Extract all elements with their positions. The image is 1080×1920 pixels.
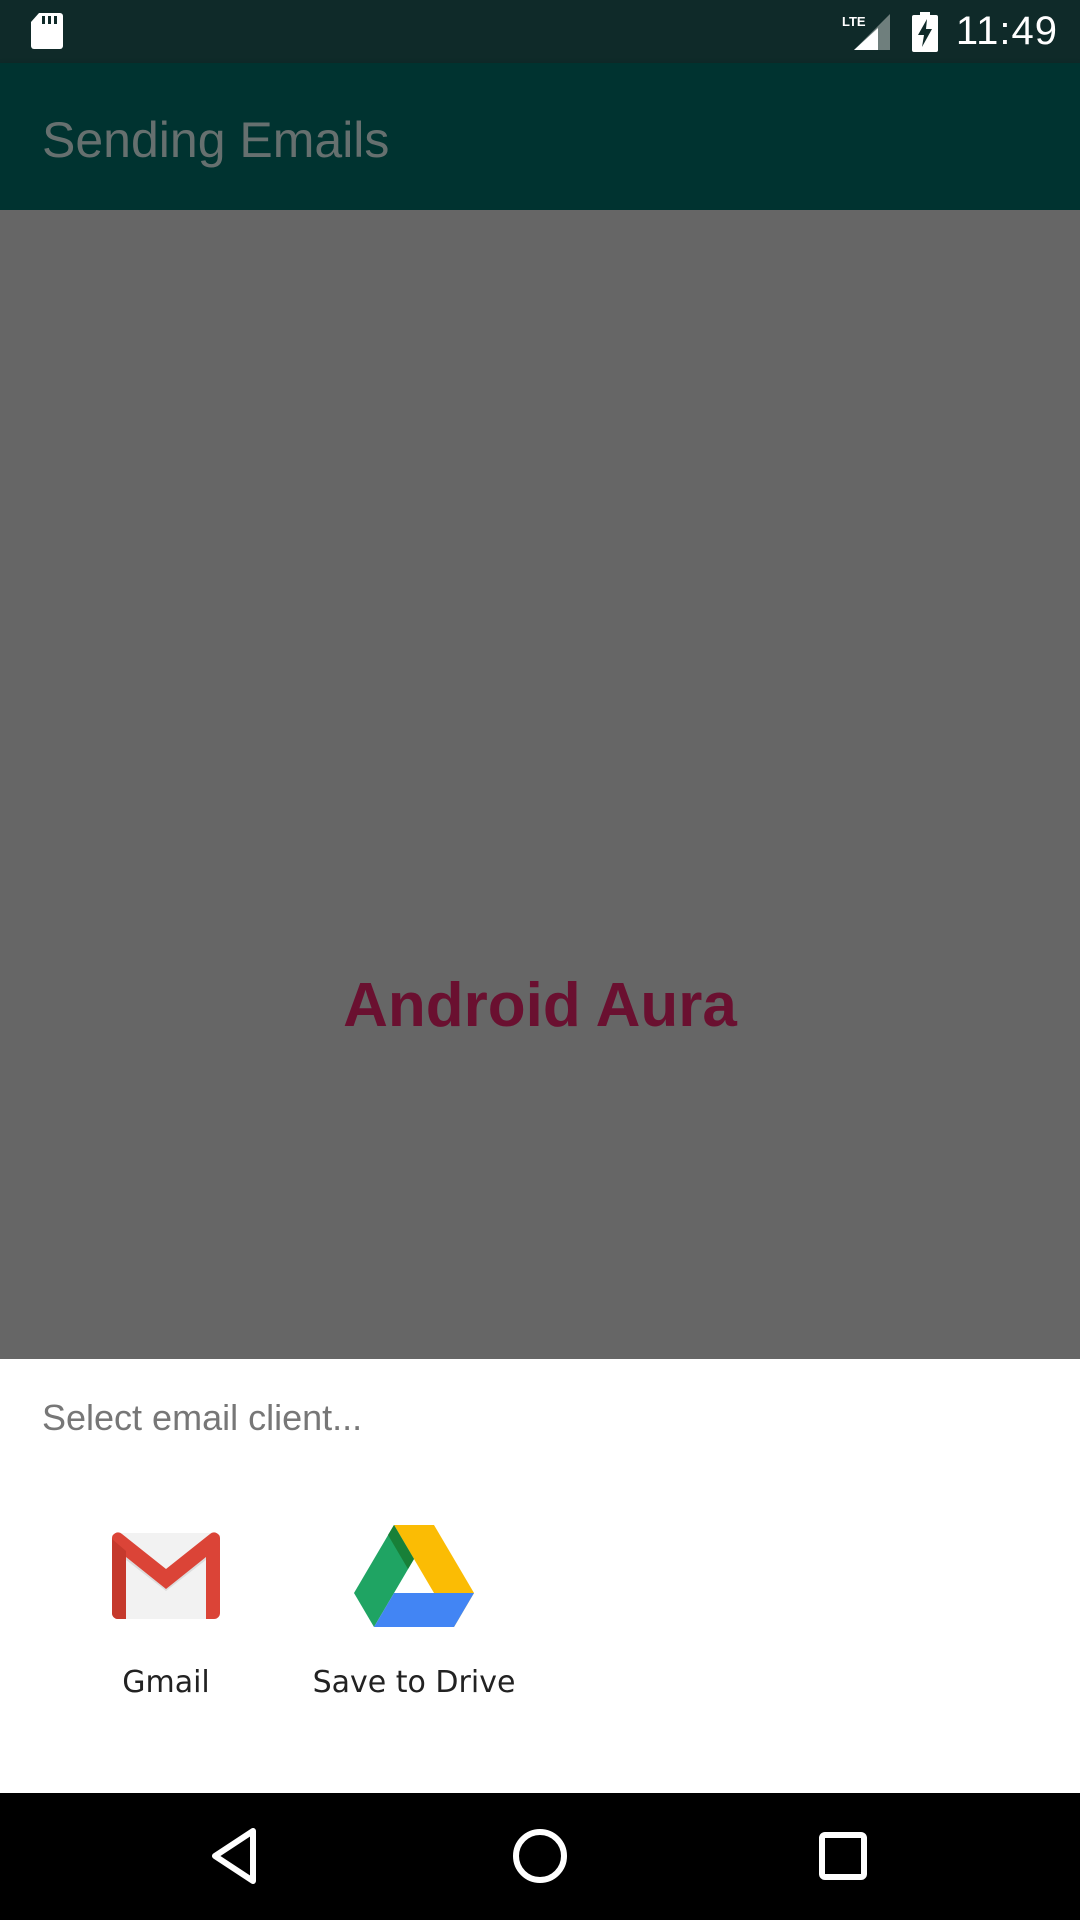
chooser-title: Select email client... <box>42 1397 363 1438</box>
dimmed-content-scrim[interactable]: Android Aura <box>0 210 1080 1359</box>
status-clock: 11:49 <box>955 9 1058 53</box>
chooser-option-drive[interactable]: Save to Drive <box>289 1519 539 1739</box>
drive-icon <box>354 1525 474 1627</box>
content-label: Android Aura <box>343 971 737 1040</box>
chooser-option-label: Gmail <box>122 1665 210 1700</box>
back-icon[interactable] <box>203 1823 269 1889</box>
gmail-icon <box>111 1532 221 1619</box>
svg-text:LTE: LTE <box>842 14 866 29</box>
status-icons: LTE 11:49 <box>840 0 1058 63</box>
battery-charging-icon <box>911 11 938 52</box>
lte-signal-icon: LTE <box>842 13 890 50</box>
chooser-option-label: Save to Drive <box>312 1665 516 1700</box>
recents-icon[interactable] <box>810 1823 876 1889</box>
status-bar: LTE 11:49 <box>0 0 1080 63</box>
chooser-sheet: Select email client... Gmail Save to Dri… <box>0 1359 1080 1793</box>
app-title: Sending Emails <box>42 112 390 168</box>
chooser-option-gmail[interactable]: Gmail <box>41 1519 291 1739</box>
app-bar: Sending Emails <box>0 63 1080 210</box>
sd-card-icon <box>31 13 63 49</box>
screen: LTE 11:49 Sending Emails Android Aura Se… <box>0 0 1080 1920</box>
nav-bar <box>0 1793 1080 1920</box>
home-icon[interactable] <box>507 1823 573 1889</box>
